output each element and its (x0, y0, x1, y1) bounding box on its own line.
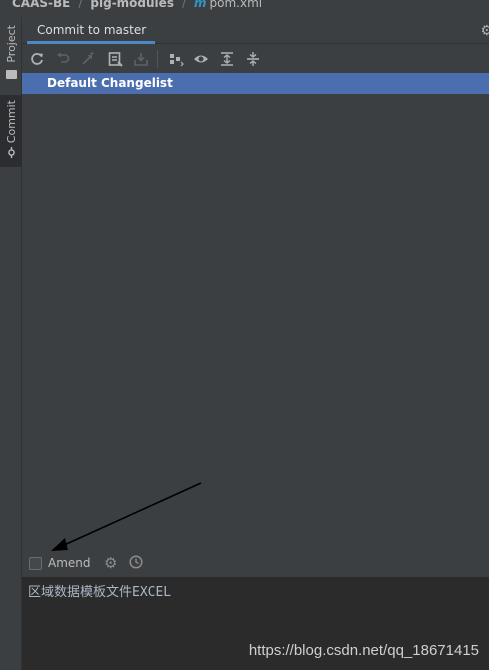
commit-options-gear-icon[interactable]: ⚙ (104, 554, 117, 572)
tab-commit-to-master[interactable]: Commit to master (27, 17, 155, 44)
breadcrumb: CAAS-BE / pig-modules / m pom.xml (0, 0, 489, 17)
ide-window: CAAS-BE / pig-modules / m pom.xml Projec… (0, 0, 489, 670)
amend-label[interactable]: Amend (48, 556, 91, 570)
tool-tab-project-label: Project (5, 25, 18, 63)
view-options-icon[interactable] (192, 50, 210, 68)
commit-message-text[interactable]: 区域数据模板文件EXCEL (28, 581, 171, 600)
tool-tab-commit[interactable]: Commit (0, 95, 22, 167)
diff-icon[interactable] (106, 50, 124, 68)
commit-icon (8, 147, 15, 158)
shelve-icon[interactable] (132, 50, 150, 68)
settings-gear-icon[interactable]: ⚙ (480, 23, 489, 39)
amend-checkbox[interactable] (29, 557, 42, 570)
history-clock-icon[interactable] (129, 555, 143, 569)
rollback-icon[interactable] (54, 50, 72, 68)
tool-window-strip: Project Commit (0, 17, 22, 670)
tool-tab-commit-label: Commit (5, 100, 18, 144)
collapse-all-icon[interactable] (244, 50, 262, 68)
refresh-icon[interactable] (28, 50, 46, 68)
toolbar-separator (157, 50, 158, 68)
maven-file-icon: m (194, 0, 207, 10)
breadcrumb-item-module[interactable]: pig-modules (90, 0, 174, 10)
changelist-name: Default Changelist (47, 76, 173, 90)
breadcrumb-separator: / (78, 0, 83, 10)
changelist-row-default[interactable]: Default Changelist (22, 73, 489, 94)
watermark: https://blog.csdn.net/qq_18671415 (248, 642, 479, 659)
expand-all-icon[interactable] (218, 50, 236, 68)
tool-tab-project[interactable]: Project (0, 17, 22, 87)
commit-tab-bar: Commit to master ⚙ (22, 17, 489, 44)
changes-tree[interactable]: Default Changelist (22, 72, 489, 577)
group-by-icon[interactable] (167, 50, 185, 68)
breadcrumb-separator: / (181, 0, 187, 10)
breadcrumb-item-project[interactable]: CAAS-BE (12, 0, 70, 10)
commit-toolbar (22, 45, 489, 72)
update-icon[interactable] (79, 50, 97, 68)
folder-icon (6, 70, 17, 79)
breadcrumb-item-file[interactable]: pom.xml (210, 0, 263, 10)
amend-row: Amend ⚙ (22, 552, 489, 576)
